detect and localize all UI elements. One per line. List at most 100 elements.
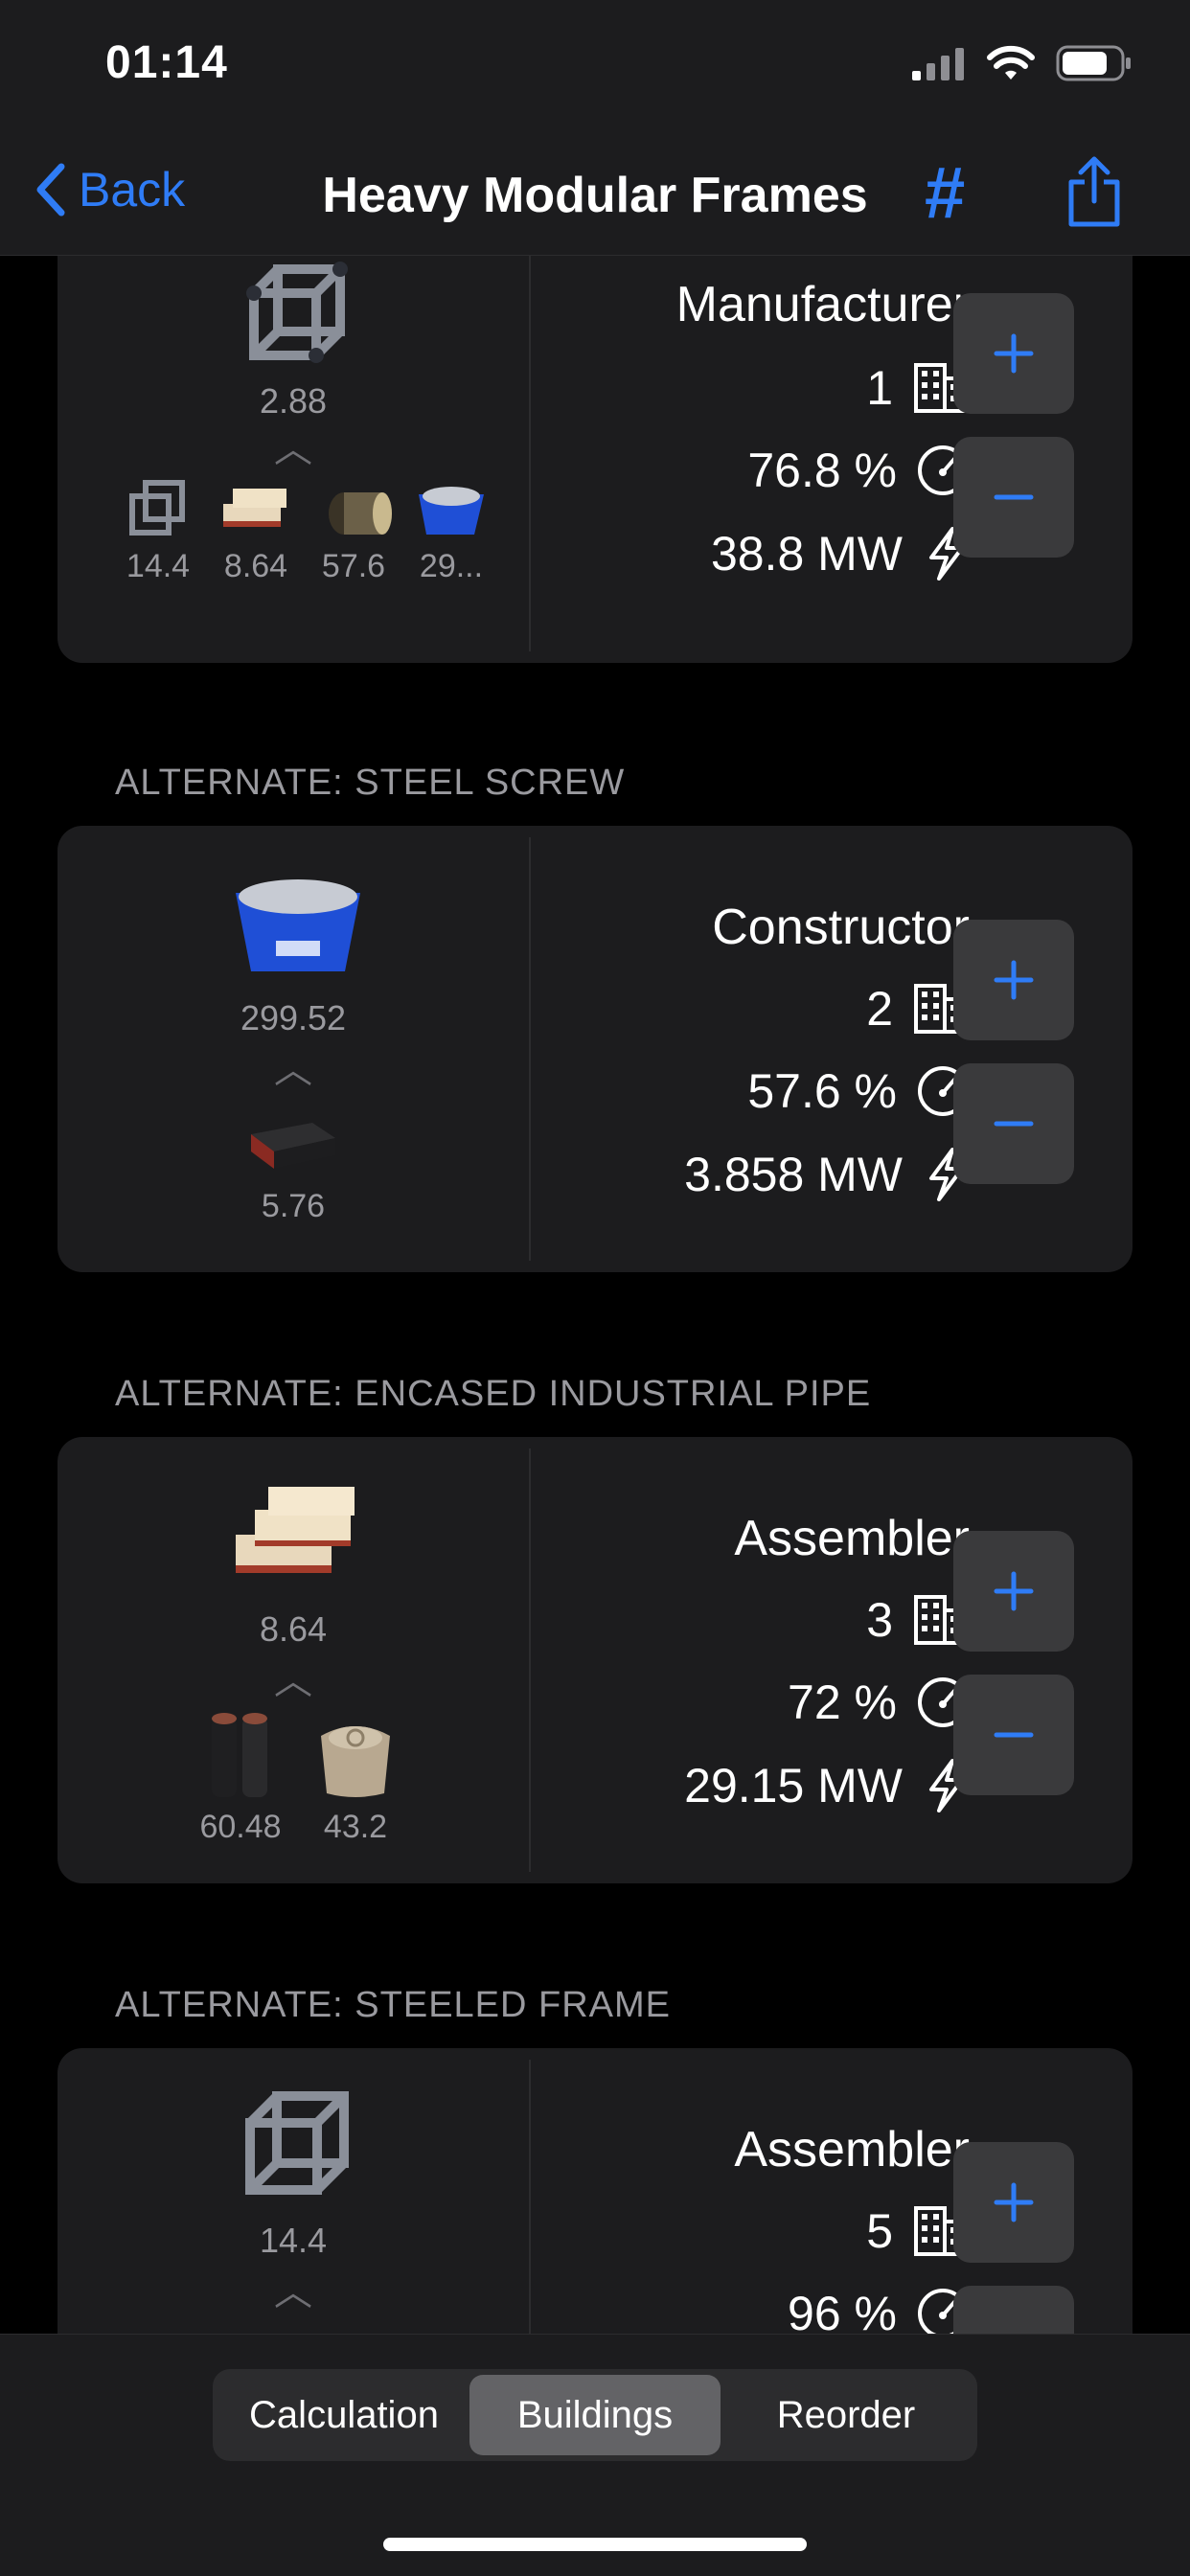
section-header: ALTERNATE: ENCASED INDUSTRIAL PIPE [115, 1374, 872, 1414]
minus-icon [994, 494, 1034, 500]
chevron-up-icon: ︿ [274, 1049, 312, 1091]
clock-speed-row: 76.8 % [747, 443, 970, 498]
add-building-button[interactable] [953, 920, 1074, 1040]
building-count: 2 [866, 982, 893, 1036]
output-quantity: 2.88 [259, 381, 328, 421]
clock-speed: 72 % [788, 1676, 897, 1729]
minus-icon [993, 2325, 1035, 2334]
tab-calculation[interactable]: Calculation [218, 2375, 469, 2455]
building-info: Assembler 3 72 % 29.15 MW [529, 1437, 970, 1883]
cellular-signal-icon [912, 48, 964, 80]
remove-building-button[interactable] [953, 1675, 1074, 1795]
building-info: Constructor 2 57.6 % 3.858 MW [529, 826, 970, 1272]
battery-icon [1056, 45, 1131, 81]
steel-pipe-icon [329, 492, 392, 535]
input-quantity: 43.2 [323, 1809, 388, 1845]
building-info: Manufacturer 1 76.8 % 38.8 MW [529, 255, 970, 663]
screws-bin-icon [419, 487, 484, 535]
building-name: Constructor [712, 900, 970, 955]
building-card: 2.88 ︿ 14.4 8.64 57.6 29... Manufacturer [57, 255, 1133, 663]
plus-icon [994, 2182, 1034, 2223]
power-usage: 3.858 MW [684, 1148, 903, 1201]
chevron-up-icon: ︿ [274, 428, 312, 470]
building-name: Assembler [734, 2122, 970, 2177]
status-time: 01:14 [105, 37, 228, 88]
minus-icon [994, 1732, 1034, 1738]
tab-reorder[interactable]: Reorder [721, 2375, 972, 2455]
input-item: 57.6 [301, 475, 406, 585]
modular-frame-icon [231, 2081, 365, 2210]
clock-speed: 76.8 % [747, 444, 897, 497]
input-quantity: 14.4 [126, 548, 191, 584]
output-quantity: 8.64 [259, 1609, 328, 1649]
share-button[interactable] [1064, 153, 1125, 235]
building-count: 3 [866, 1593, 893, 1647]
input-quantity: 5.76 [261, 1188, 326, 1224]
input-item: 29... [399, 475, 504, 585]
power-row: 38.8 MW [711, 525, 970, 582]
recipe-items: 2.88 ︿ 14.4 8.64 57.6 29... [57, 255, 529, 663]
remove-building-button[interactable] [953, 1063, 1074, 1184]
output-quantity: 14.4 [259, 2221, 328, 2260]
input-quantity: 60.48 [199, 1809, 282, 1845]
building-name: Manufacturer [675, 277, 970, 332]
buildings-list[interactable]: 2.88 ︿ 14.4 8.64 57.6 29... Manufacturer [0, 255, 1190, 2334]
concrete-bag-icon [321, 1726, 390, 1797]
recipe-items: 14.4 ︿ [57, 2048, 529, 2334]
input-item: 5.76 [240, 1106, 346, 1225]
view-segmented-control: Calculation Buildings Reorder [213, 2369, 977, 2461]
status-bar: 01:14 [0, 0, 1190, 134]
screws-bin-icon [226, 864, 370, 984]
navigation-bar: Back Heavy Modular Frames # [0, 134, 1190, 256]
recipe-items: 299.52 ︿ 5.76 [57, 826, 529, 1272]
page-title: Heavy Modular Frames [322, 168, 868, 223]
share-icon [1068, 156, 1120, 227]
clock-speed: 96 % [788, 2287, 897, 2334]
building-count: 5 [866, 2204, 893, 2258]
add-building-button[interactable] [953, 1531, 1074, 1652]
input-item: 14.4 [105, 475, 211, 585]
modular-frame-icon [129, 480, 185, 536]
building-card: 14.4 ︿ Assembler 5 96 % [57, 2048, 1133, 2334]
section-header: ALTERNATE: STEEL SCREW [115, 763, 626, 803]
clock-speed: 57.6 % [747, 1064, 897, 1118]
input-item: 8.64 [203, 475, 309, 585]
plus-icon [994, 960, 1034, 1000]
input-quantity: 8.64 [223, 548, 288, 584]
plus-icon [994, 1571, 1034, 1611]
home-indicator[interactable] [383, 2538, 807, 2551]
encased-beam-icon [223, 489, 286, 527]
output-quantity: 299.52 [240, 998, 347, 1037]
wifi-icon [987, 45, 1035, 80]
status-icons [912, 44, 1133, 82]
building-card: 8.64 ︿ 60.48 43.2 Assembler 3 72 % 29.15… [57, 1437, 1133, 1883]
power-row: 3.858 MW [684, 1146, 970, 1203]
recipe-items: 8.64 ︿ 60.48 43.2 [57, 1437, 529, 1883]
power-usage: 29.15 MW [684, 1759, 903, 1812]
input-quantity: 57.6 [321, 548, 386, 584]
modular-frame-icon [235, 255, 359, 375]
chevron-up-icon: ︿ [274, 2271, 312, 2314]
encased-beam-icon [226, 1475, 370, 1595]
hash-button[interactable]: # [925, 151, 965, 235]
remove-building-button[interactable] [953, 437, 1074, 558]
building-name: Assembler [734, 1511, 970, 1566]
plus-icon [994, 333, 1034, 374]
building-count: 1 [866, 361, 893, 415]
input-quantity: 29... [419, 548, 484, 584]
section-header: ALTERNATE: STEELED FRAME [115, 1985, 672, 2025]
power-row: 29.15 MW [684, 1757, 970, 1814]
steel-pipe-icon [212, 1713, 267, 1797]
bottom-toolbar: Calculation Buildings Reorder [0, 2334, 1190, 2576]
tab-buildings[interactable]: Buildings [469, 2375, 721, 2455]
remove-building-button[interactable] [953, 2286, 1074, 2334]
input-item: 43.2 [303, 1707, 408, 1846]
add-building-button[interactable] [953, 2142, 1074, 2263]
add-building-button[interactable] [953, 293, 1074, 414]
clock-speed-row: 57.6 % [747, 1063, 970, 1119]
minus-icon [994, 1121, 1034, 1127]
power-usage: 38.8 MW [710, 527, 903, 581]
clock-speed-row: 96 % [788, 2286, 970, 2334]
building-info: Assembler 5 96 % [529, 2048, 970, 2334]
steel-beam-icon [251, 1123, 335, 1169]
